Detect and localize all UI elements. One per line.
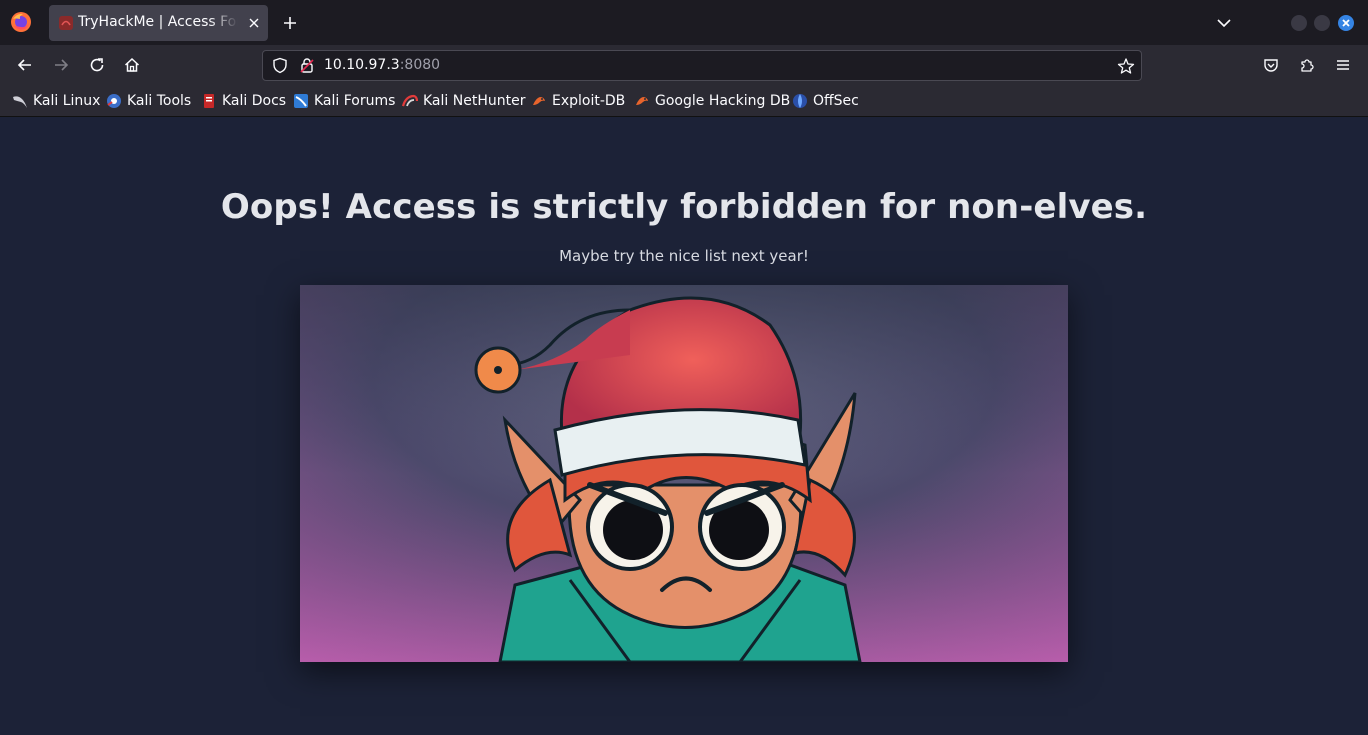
page-subtitle: Maybe try the nice list next year!: [559, 247, 809, 265]
firefox-logo-icon[interactable]: [10, 11, 32, 33]
bookmark-label: Google Hacking DB: [655, 93, 791, 109]
extensions-puzzle-icon[interactable]: [1298, 56, 1316, 74]
new-tab-icon[interactable]: [281, 14, 299, 32]
address-bar[interactable]: 10.10.97.3:8080: [262, 50, 1142, 81]
kali-dragon-icon: [13, 96, 27, 108]
bookmark-label: Kali Forums: [314, 93, 396, 109]
kali-nethunter-icon: [402, 94, 418, 107]
back-arrow-icon[interactable]: [16, 56, 34, 74]
insecure-lock-icon[interactable]: [299, 57, 315, 74]
minimize-window-button[interactable]: [1291, 15, 1307, 31]
kali-tools-icon: [107, 94, 121, 108]
kali-forums-icon: [294, 94, 308, 108]
kali-docs-icon: [204, 94, 214, 108]
bookmark-kali-tools[interactable]: Kali Tools: [106, 91, 191, 111]
bookmark-label: Exploit-DB: [552, 93, 626, 109]
exploit-db-icon: [533, 97, 545, 105]
close-tab-icon[interactable]: [245, 14, 263, 32]
url-port: :8080: [399, 57, 441, 73]
close-window-button[interactable]: [1338, 15, 1354, 31]
bookmark-label: Kali Tools: [127, 93, 192, 109]
tab-title: TryHackMe | Access Forbidden: [78, 14, 238, 30]
pocket-icon[interactable]: [1262, 56, 1280, 74]
bookmark-google-hacking-db[interactable]: Google Hacking DB: [634, 91, 790, 111]
ghdb-icon: [636, 97, 648, 105]
bookmark-label: OffSec: [813, 93, 859, 109]
bookmarks-toolbar: Kali Linux Kali Tools Kali Docs Kali For…: [0, 86, 1368, 117]
tab-bar: TryHackMe | Access Forbidden: [0, 0, 1368, 45]
offsec-icon: [793, 94, 807, 108]
bookmark-label: Kali NetHunter: [423, 93, 526, 109]
bookmark-kali-docs[interactable]: Kali Docs: [201, 91, 286, 111]
grumpy-elf-image: [300, 285, 1068, 662]
tryhackme-favicon-icon: [59, 16, 73, 30]
bookmark-kali-forums[interactable]: Kali Forums: [293, 91, 395, 111]
bookmark-kali-linux[interactable]: Kali Linux: [12, 91, 100, 111]
bookmark-exploit-db[interactable]: Exploit-DB: [531, 91, 625, 111]
reload-icon[interactable]: [88, 56, 106, 74]
bookmark-star-icon[interactable]: [1117, 57, 1135, 75]
bookmark-label: Kali Linux: [33, 93, 101, 109]
home-icon[interactable]: [123, 56, 141, 74]
bookmark-label: Kali Docs: [222, 93, 287, 109]
page-title: Oops! Access is strictly forbidden for n…: [220, 187, 1148, 227]
close-window-icon: [1342, 19, 1350, 27]
forward-arrow-icon[interactable]: [52, 56, 70, 74]
navigation-toolbar: 10.10.97.3:8080: [0, 45, 1368, 86]
url-text[interactable]: 10.10.97.3:8080: [324, 57, 440, 73]
url-host: 10.10.97.3: [324, 57, 400, 73]
app-menu-hamburger-icon[interactable]: [1334, 56, 1352, 74]
page-content: Oops! Access is strictly forbidden for n…: [0, 117, 1368, 735]
bookmark-offsec[interactable]: OffSec: [792, 91, 859, 111]
list-all-tabs-icon[interactable]: [1215, 14, 1233, 32]
maximize-window-button[interactable]: [1314, 15, 1330, 31]
grumpy-elf-illustration: [300, 285, 1068, 662]
tracking-protection-shield-icon[interactable]: [272, 57, 288, 74]
bookmark-kali-nethunter[interactable]: Kali NetHunter: [402, 91, 525, 111]
tab-active[interactable]: TryHackMe | Access Forbidden: [49, 5, 268, 41]
